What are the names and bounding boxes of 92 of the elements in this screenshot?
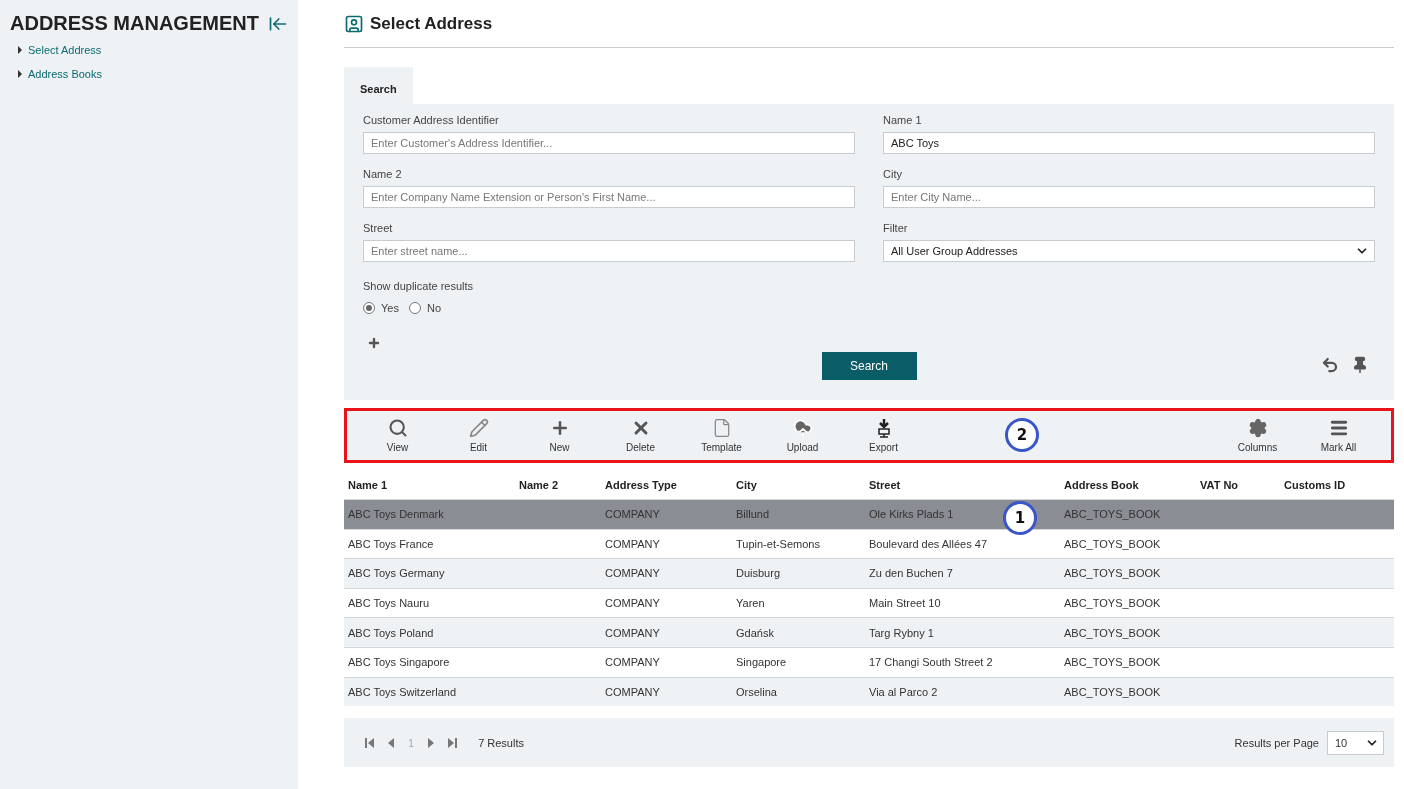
toolbar-button[interactable]: Export: [843, 418, 924, 453]
undo-icon[interactable]: [1321, 356, 1339, 374]
radio-option[interactable]: No: [408, 302, 441, 314]
table-cell: ABC_TOYS_BOOK: [1064, 508, 1161, 521]
field-label: Street: [363, 222, 394, 234]
table-cell: ABC_TOYS_BOOK: [1064, 685, 1161, 698]
pencil-icon: [468, 418, 489, 438]
column-header: VAT No: [1199, 479, 1240, 491]
input-field[interactable]: Enter street name...: [363, 240, 855, 262]
toolbar-button[interactable]: New: [519, 418, 600, 453]
input-field[interactable]: Enter Company Name Extension or Person's First Name...: [363, 186, 855, 208]
table-cell: ABC Toys Singapore: [348, 656, 450, 669]
column-header: Name 2: [518, 479, 560, 491]
results-per-page-label: Results per Page: [1234, 736, 1319, 749]
last-page-icon: [447, 736, 460, 749]
table-cell: COMPANY: [605, 537, 660, 550]
table-cell: Tupin-et-Semons: [736, 537, 820, 550]
sidebar-link[interactable]: Address Books: [18, 65, 288, 83]
column-header: Customs ID: [1283, 479, 1347, 491]
table-row[interactable]: ABC Toys Switzerland COMPANY Orselina Via al Parco 2 ABC_TOYS_BOOK: [344, 676, 1394, 707]
table-cell: ABC Toys Switzerland: [348, 685, 456, 698]
table-cell: ABC Toys Germany: [348, 567, 445, 580]
settings-icon: [1247, 418, 1268, 438]
field-label: Customer Address Identifier: [363, 114, 500, 126]
table-cell: Targ Rybny 1: [869, 626, 934, 639]
table-cell: ABC_TOYS_BOOK: [1064, 626, 1161, 639]
table-cell: 17 Changi South Street 2: [869, 656, 993, 669]
table-cell: Duisburg: [736, 567, 781, 580]
toolbar-button[interactable]: Template: [681, 418, 762, 453]
toolbar-button[interactable]: Edit: [438, 418, 519, 453]
search-icon: [387, 418, 408, 438]
table-cell: ABC Toys Nauru: [348, 597, 430, 610]
field-label: Show duplicate results: [363, 280, 474, 292]
table-cell: Yaren: [736, 597, 765, 610]
table-cell: ABC Toys France: [348, 537, 434, 550]
table-cell: Singapore: [736, 656, 787, 669]
column-header: Address Book: [1063, 479, 1140, 491]
column-header: Name 1: [347, 479, 389, 491]
table-cell: ABC_TOYS_BOOK: [1064, 567, 1161, 580]
callout-number: 2: [1005, 418, 1039, 452]
page-title: Select Address: [370, 13, 493, 34]
first-page-icon: [363, 736, 375, 749]
radio-option[interactable]: Yes: [363, 302, 399, 314]
toolbar-button[interactable]: View: [357, 418, 438, 453]
table-cell: ABC_TOYS_BOOK: [1064, 656, 1161, 669]
table-cell: ABC_TOYS_BOOK: [1064, 537, 1161, 550]
sidebar-link[interactable]: Select Address: [18, 41, 288, 59]
table-cell: Zu den Buchen 7: [869, 567, 953, 580]
field-label: City: [883, 168, 903, 180]
table-cell: COMPANY: [605, 597, 660, 610]
table-cell: Gdańsk: [736, 626, 774, 639]
table-cell: COMPANY: [605, 508, 660, 521]
table-cell: Main Street 10: [869, 597, 941, 610]
pin-icon[interactable]: [1351, 356, 1369, 374]
table-cell: ABC Toys Denmark: [348, 508, 444, 521]
results-count: 7 Results: [478, 736, 524, 749]
input-field[interactable]: ABC Toys: [883, 132, 1375, 154]
table-cell: Ole Kirks Plads 1: [869, 508, 954, 521]
toolbar-button[interactable]: Columns: [1217, 418, 1298, 453]
column-header: Street: [868, 479, 902, 491]
table-row[interactable]: ABC Toys Germany COMPANY Duisburg Zu den Buchen 7 ABC_TOYS_BOOK: [344, 558, 1394, 588]
table-cell: Orselina: [736, 685, 777, 698]
input-field[interactable]: Enter City Name...: [883, 186, 1375, 208]
per-page-select[interactable]: 10: [1327, 730, 1384, 755]
address-card-icon: [344, 13, 364, 34]
search-tab[interactable]: Search: [344, 67, 413, 104]
table-cell: COMPANY: [605, 656, 660, 669]
field-label: Name 2: [363, 168, 403, 180]
filter-select[interactable]: All User Group Addresses: [883, 240, 1375, 262]
field-label: Filter: [883, 222, 909, 234]
table-cell: Via al Parco 2: [869, 685, 938, 698]
toolbar-button[interactable]: Mark All: [1298, 418, 1379, 453]
toolbar-button[interactable]: Upload: [762, 418, 843, 453]
field-label: Name 1: [883, 114, 923, 126]
table-cell: Boulevard des Allées 47: [869, 537, 988, 550]
page-number: 1: [407, 736, 416, 749]
table-cell: Billund: [736, 508, 770, 521]
table-cell: COMPANY: [605, 685, 660, 698]
table-cell: COMPANY: [605, 626, 660, 639]
menu-icon: [1328, 418, 1349, 438]
toolbar-button[interactable]: Delete: [600, 418, 681, 453]
table-cell: ABC_TOYS_BOOK: [1064, 597, 1161, 610]
column-header: City: [735, 479, 758, 491]
input-field[interactable]: Enter Customer's Address Identifier...: [363, 132, 855, 154]
sidebar-title: ADDRESS MANAGEMENT: [10, 12, 259, 35]
column-header: Address Type: [604, 479, 678, 491]
search-button[interactable]: Search: [821, 352, 917, 380]
table-row[interactable]: ABC Toys Poland COMPANY Gdańsk Targ Rybny 1 ABC_TOYS_BOOK: [344, 617, 1394, 647]
table-cell: ABC Toys Poland: [348, 626, 434, 639]
add-criteria-button[interactable]: [367, 336, 381, 350]
table-cell: COMPANY: [605, 567, 660, 580]
cloud-upload-icon: [792, 418, 813, 438]
